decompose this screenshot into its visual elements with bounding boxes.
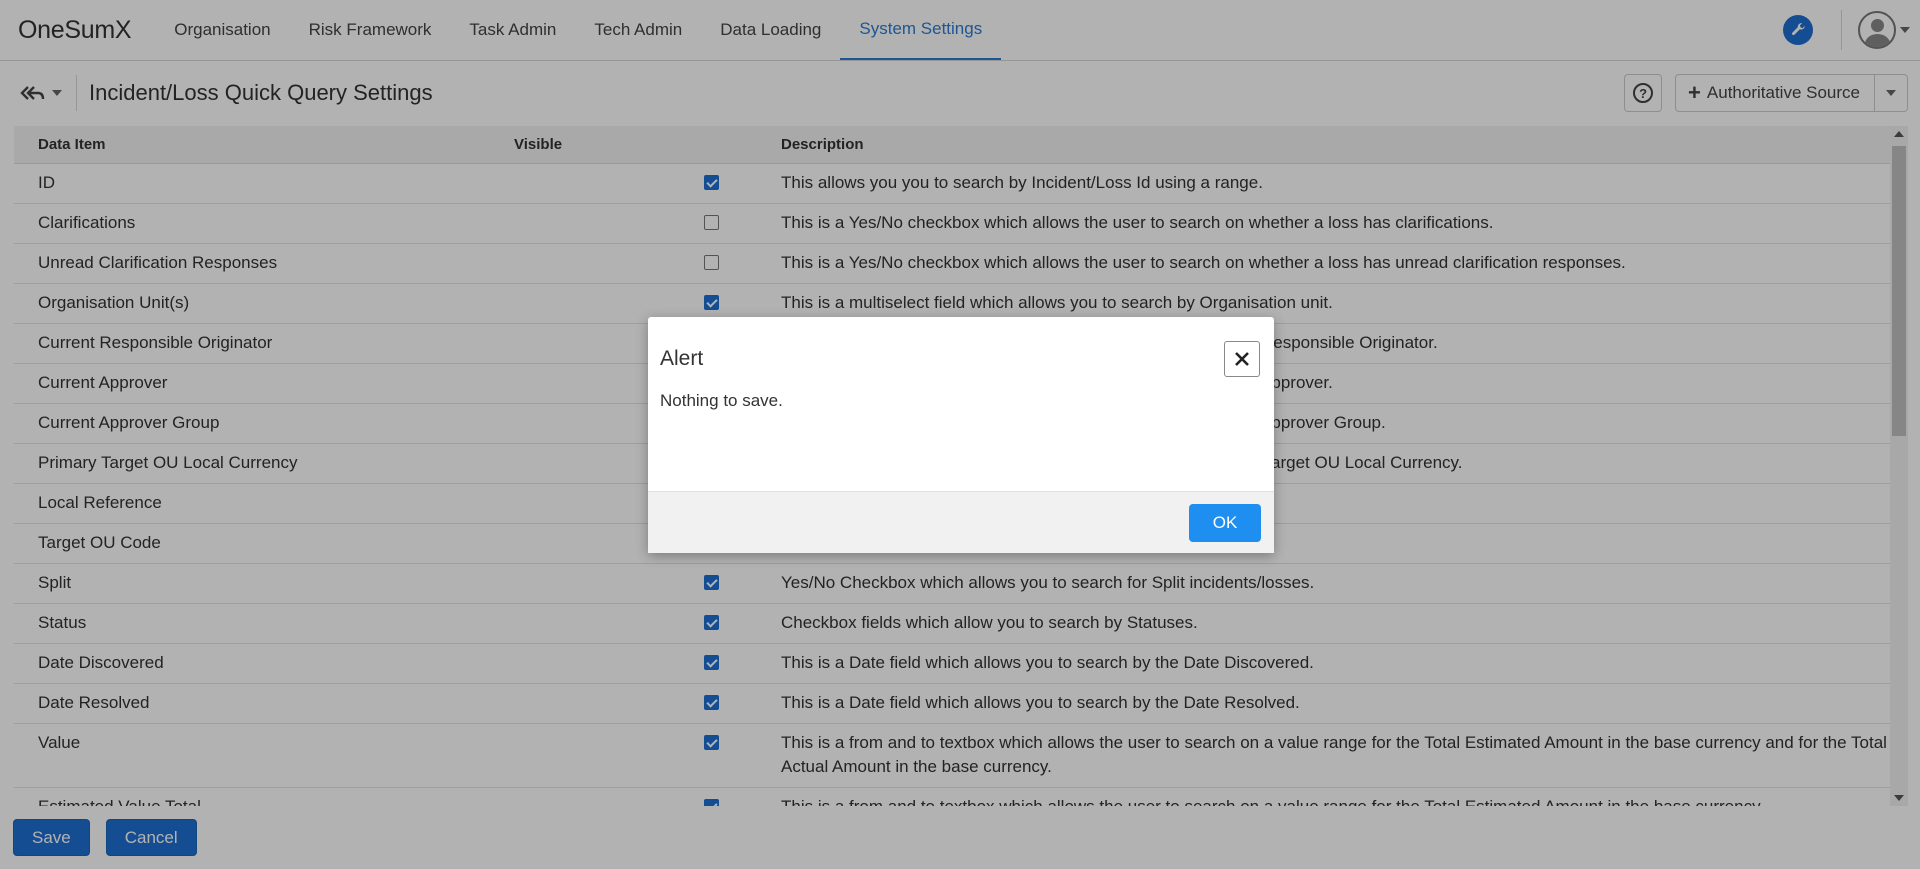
- alert-message: Nothing to save.: [660, 391, 783, 410]
- alert-title: Alert: [660, 347, 704, 370]
- ok-button[interactable]: OK: [1189, 504, 1261, 542]
- close-button[interactable]: [1224, 341, 1260, 377]
- alert-dialog: Alert Nothing to save. OK: [648, 317, 1274, 553]
- alert-footer: OK: [648, 491, 1274, 553]
- close-icon: [1235, 352, 1249, 366]
